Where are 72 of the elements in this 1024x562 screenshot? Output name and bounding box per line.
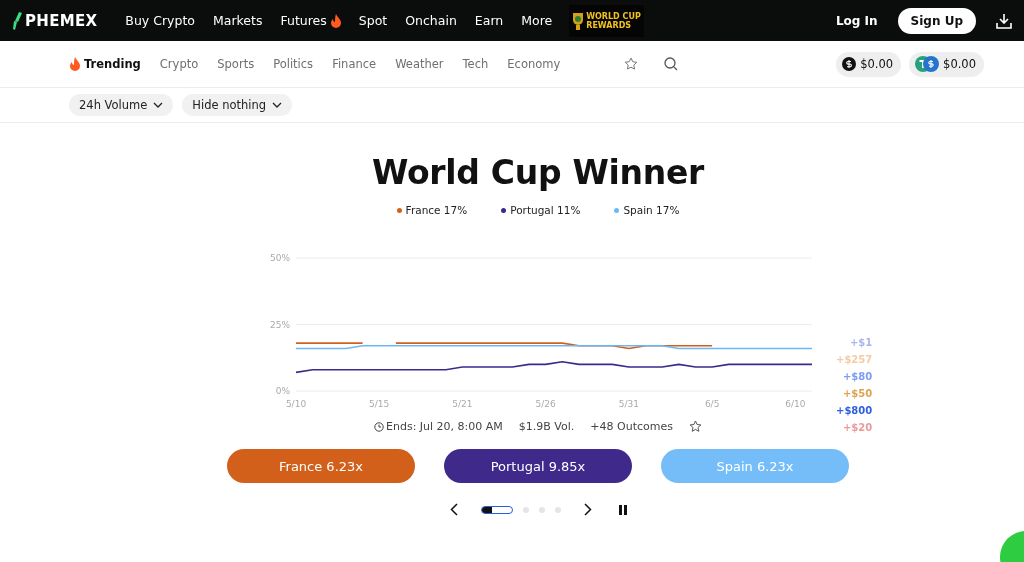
chevron-down-icon: [272, 102, 283, 108]
x-tick-label: 5/10: [285, 399, 307, 409]
nav-link[interactable]: Earn: [465, 13, 513, 28]
nav-link[interactable]: More: [512, 13, 562, 28]
coins-icon: [915, 56, 940, 72]
x-tick-label: 5/26: [535, 399, 556, 409]
nav-link[interactable]: Futures: [271, 13, 350, 28]
category-tab[interactable]: Crypto: [159, 57, 199, 71]
brand-logo[interactable]: PHEMEX: [25, 11, 98, 30]
chevron-down-icon: [153, 102, 164, 108]
signup-button[interactable]: Sign Up: [897, 7, 976, 34]
x-tick-label: 6/10: [785, 399, 806, 409]
balance-amount: $0.00: [943, 57, 976, 71]
chevron-right-icon[interactable]: [583, 503, 592, 516]
logo-icon: [13, 11, 23, 30]
legend-label: Spain 17%: [623, 204, 680, 216]
legend-label: Portugal 11%: [510, 204, 581, 216]
x-tick-label: 5/15: [369, 399, 390, 409]
login-link[interactable]: Log In: [835, 13, 878, 28]
y-tick-label: 50%: [270, 253, 290, 263]
category-tab[interactable]: Politics: [273, 57, 314, 71]
slide-dot[interactable]: [538, 506, 545, 513]
outcome-button[interactable]: Portugal 9.85x: [444, 449, 632, 483]
flame-icon: [70, 57, 80, 71]
chevron-left-icon[interactable]: [449, 503, 458, 516]
balance-amount: $0.00: [860, 57, 894, 71]
nav-link[interactable]: Buy Crypto: [116, 13, 204, 28]
x-tick-label: 5/31: [618, 399, 639, 409]
star-icon[interactable]: [689, 420, 702, 433]
outcomes-link[interactable]: +48 Outcomes: [590, 420, 673, 433]
category-tab[interactable]: Trending: [70, 57, 141, 71]
nav-link[interactable]: Spot: [349, 13, 397, 28]
trade-amount: +$800: [836, 405, 873, 416]
trade-amount: +$50: [842, 388, 873, 399]
market-title: World Cup Winner: [372, 153, 704, 192]
promo-text: WORLD CUP: [586, 11, 641, 21]
nav-link[interactable]: Onchain: [396, 13, 466, 28]
dollar-coin-icon: [842, 57, 857, 71]
category-tab[interactable]: Weather: [395, 57, 444, 71]
balance-pill[interactable]: $0.00: [909, 51, 984, 77]
category-tab[interactable]: Sports: [217, 57, 255, 71]
category-tab[interactable]: Finance: [332, 57, 377, 71]
legend-label: France 17%: [405, 204, 468, 216]
slide-dot[interactable]: [554, 506, 561, 513]
end-date: Ends: Jul 20, 8:00 AM: [386, 420, 503, 433]
balance-pill[interactable]: $0.00: [836, 51, 902, 77]
nav-link[interactable]: Markets: [203, 13, 272, 28]
search-icon[interactable]: [664, 57, 679, 71]
flame-icon: [330, 13, 341, 28]
trophy-icon: [572, 10, 585, 31]
slide-indicator[interactable]: [480, 505, 513, 514]
trade-amount: +$257: [836, 354, 873, 365]
star-icon[interactable]: [624, 57, 639, 71]
category-tab[interactable]: Economy: [507, 57, 561, 71]
volume-text: $1.9B Vol.: [518, 420, 575, 433]
promo-banner[interactable]: WORLD CUP REWARDS: [569, 4, 644, 37]
filter-dropdown[interactable]: Hide nothing: [182, 94, 293, 116]
x-tick-label: 5/21: [452, 399, 473, 409]
trade-amount: +$20: [842, 422, 873, 433]
trade-amount: +$80: [842, 371, 873, 382]
category-tab[interactable]: Tech: [462, 57, 489, 71]
slide-dot[interactable]: [522, 506, 529, 513]
trade-amount: +$1: [849, 337, 873, 348]
y-tick-label: 25%: [270, 319, 290, 330]
clock-icon: [374, 421, 384, 432]
filter-dropdown[interactable]: 24h Volume: [69, 94, 174, 116]
x-tick-label: 6/5: [704, 399, 720, 409]
promo-text: REWARDS: [586, 20, 633, 30]
pause-icon[interactable]: [618, 504, 627, 515]
outcome-button[interactable]: France 6.23x: [227, 449, 415, 483]
download-icon[interactable]: [996, 12, 1012, 29]
y-tick-label: 0%: [275, 386, 290, 396]
